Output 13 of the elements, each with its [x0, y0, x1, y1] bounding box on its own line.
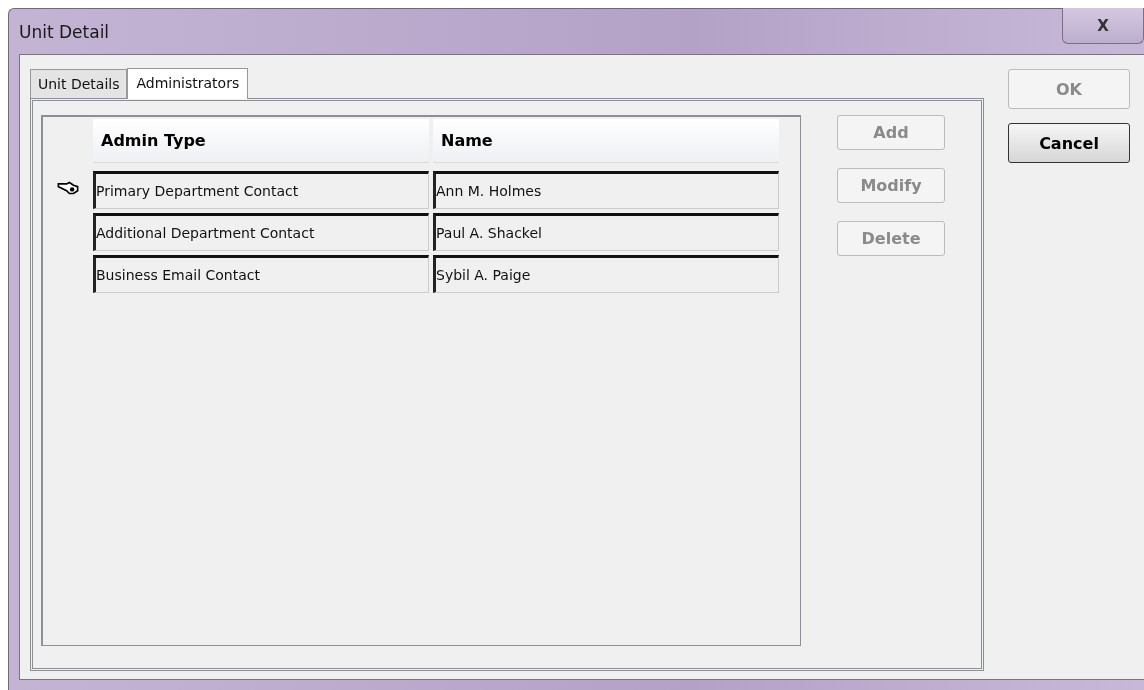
close-button[interactable]: X: [1062, 8, 1144, 44]
table-cell: Paul A. Shackel: [433, 213, 779, 251]
column-header[interactable]: Admin Type: [93, 119, 429, 163]
window-title: Unit Detail: [19, 21, 110, 42]
column-header[interactable]: Name: [433, 119, 779, 163]
tab[interactable]: Unit Details: [30, 69, 128, 98]
tab[interactable]: Administrators: [127, 68, 249, 99]
table-cell: Sybil A. Paige: [433, 255, 779, 293]
table-cell: Ann M. Holmes: [433, 171, 779, 209]
table-cell: Additional Department Contact: [93, 213, 429, 251]
dialog-button[interactable]: Cancel: [1008, 123, 1130, 163]
table-cell: Primary Department Contact: [93, 171, 429, 209]
table-cell: Business Email Contact: [93, 255, 429, 293]
